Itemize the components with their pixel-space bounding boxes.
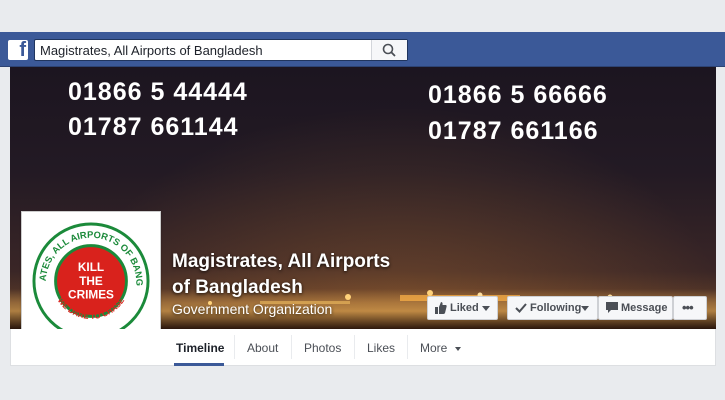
page-tab-bar: Timeline About Photos Likes More (10, 329, 716, 366)
more-actions-button[interactable]: ••• (673, 296, 707, 320)
tab-timeline[interactable]: Timeline (176, 341, 224, 355)
cover-phone-number-3: 01866 5 66666 (428, 81, 608, 109)
following-button[interactable]: Following (507, 296, 598, 320)
tab-divider (407, 335, 408, 359)
caret-down-icon (454, 346, 461, 351)
seal-center-line-1: KILL (78, 260, 104, 274)
page-title-line-2[interactable]: of Bangladesh (172, 275, 390, 301)
organization-seal-logo: MAGISTRATES, ALL AIRPORTS OF BANGLADESH … (32, 222, 150, 340)
tab-about[interactable]: About (247, 341, 278, 355)
facebook-logo-icon[interactable]: f (8, 39, 28, 61)
caret-down-icon (482, 306, 490, 311)
page-title[interactable]: Magistrates, All Airports of Bangladesh (172, 249, 390, 301)
message-button-label: Message (621, 302, 668, 314)
caret-down-icon (581, 306, 589, 311)
search-button[interactable] (371, 40, 407, 60)
page-category[interactable]: Government Organization (172, 301, 332, 317)
check-icon (515, 303, 527, 313)
page-title-line-1[interactable]: Magistrates, All Airports (172, 249, 390, 275)
tab-divider (354, 335, 355, 359)
tab-divider (291, 335, 292, 359)
tab-divider (234, 335, 235, 359)
top-navigation-bar: f Magistrates, All Airports of Banglades… (0, 32, 725, 67)
cover-phone-number-2: 01787 661144 (68, 113, 239, 141)
ellipsis-icon: ••• (682, 300, 694, 315)
tab-more-label: More (420, 341, 448, 355)
liked-button[interactable]: Liked (427, 296, 498, 320)
cover-phone-number-1: 01866 5 44444 (68, 78, 248, 106)
tab-timeline-active-indicator (174, 363, 224, 366)
seal-center-line-2: THE (79, 274, 103, 288)
tab-photos[interactable]: Photos (304, 341, 341, 355)
message-icon (606, 302, 618, 313)
search-input[interactable]: Magistrates, All Airports of Bangladesh (34, 39, 408, 61)
tab-more[interactable]: More (420, 341, 461, 355)
message-button[interactable]: Message (598, 296, 673, 320)
following-button-label: Following (530, 302, 582, 314)
search-input-value[interactable]: Magistrates, All Airports of Bangladesh (40, 43, 263, 58)
tab-likes[interactable]: Likes (367, 341, 395, 355)
thumbs-up-icon (435, 302, 447, 314)
liked-button-label: Liked (450, 302, 479, 314)
cover-phone-number-4: 01787 661166 (428, 117, 599, 145)
seal-center-line-3: CRIMES (68, 288, 114, 302)
search-icon (382, 43, 396, 57)
